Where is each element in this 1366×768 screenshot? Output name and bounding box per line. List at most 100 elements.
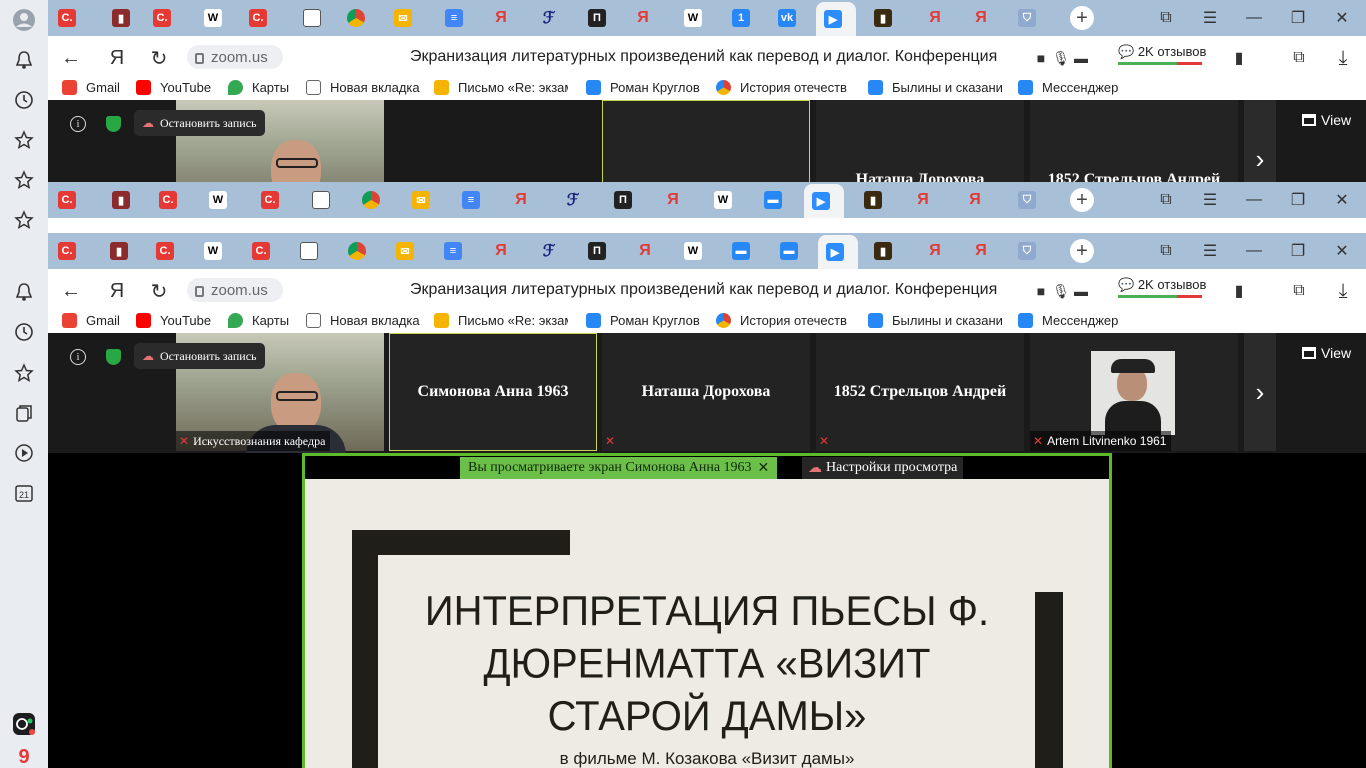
tab-m17[interactable]: ▮ xyxy=(856,188,900,212)
info-icon[interactable]: i xyxy=(70,349,86,365)
alice-assistant-icon[interactable] xyxy=(12,712,36,736)
bookmark-history[interactable]: История отечеств xyxy=(716,80,852,95)
tile-natasha[interactable]: Наташа Дорохова xyxy=(816,100,1024,182)
bookmark-messenger[interactable]: Мессенджер xyxy=(1018,313,1118,328)
tile-litvinenko[interactable]: ✕ Artem Litvinenko 1961 xyxy=(1030,333,1238,451)
tab-b2[interactable]: ▮ xyxy=(102,239,146,263)
chat-icon[interactable]: ▬ xyxy=(1068,278,1094,304)
tab-11[interactable]: ℱ xyxy=(532,6,576,30)
tab-m6[interactable] xyxy=(304,188,348,212)
bookmark-vk-roman[interactable]: Роман Круглов xyxy=(586,313,700,328)
tab-b21[interactable]: ⛉ xyxy=(1010,239,1054,263)
minimize-icon[interactable]: — xyxy=(1242,239,1266,263)
tab-b15[interactable]: ▬ xyxy=(724,239,768,263)
new-tab-button[interactable]: + xyxy=(1070,239,1094,263)
bookmark-gmail[interactable]: Gmail xyxy=(62,80,120,95)
bookmark-mail[interactable]: Письмо «Re: экзам xyxy=(434,80,568,95)
download-icon[interactable]: ⤓ xyxy=(1330,45,1356,71)
star-icon-2[interactable] xyxy=(12,168,36,192)
tab-b13[interactable]: Я xyxy=(628,239,672,263)
bookmark-vk-roman[interactable]: Роман Круглов xyxy=(586,80,700,95)
tab-18[interactable]: ▮ xyxy=(866,6,910,30)
new-tab-button[interactable]: + xyxy=(1070,188,1094,212)
hamburger-menu-icon[interactable]: ☰ xyxy=(1198,239,1222,263)
bookmark-byliny[interactable]: Былины и сказани xyxy=(868,80,1002,95)
tab-b8[interactable]: ✉ xyxy=(388,239,432,263)
tab-b11[interactable]: ℱ xyxy=(532,239,576,263)
tab-b5[interactable]: C. xyxy=(244,239,288,263)
collections-icon[interactable] xyxy=(12,401,36,425)
tabs-menu-icon[interactable]: ⧉ xyxy=(1154,188,1178,212)
close-window-icon[interactable]: ✕ xyxy=(1330,6,1354,30)
bookmark-byliny[interactable]: Былины и сказани xyxy=(868,313,1002,328)
tab-m2[interactable]: ▮ xyxy=(104,188,148,212)
bookmark-new-tab[interactable]: Новая вкладка xyxy=(306,80,420,95)
tab-m13[interactable]: Я xyxy=(656,188,700,212)
tab-b7[interactable] xyxy=(340,239,384,263)
tab-m11[interactable]: ℱ xyxy=(556,188,600,212)
info-icon[interactable]: i xyxy=(70,116,86,132)
restore-icon[interactable]: ❐ xyxy=(1286,6,1310,30)
tab-5[interactable]: C. xyxy=(241,6,285,30)
download-icon[interactable]: ⤓ xyxy=(1330,278,1356,304)
tab-b18[interactable]: ▮ xyxy=(866,239,910,263)
tab-b1[interactable]: C. xyxy=(50,239,94,263)
restore-icon[interactable]: ❐ xyxy=(1286,239,1310,263)
tab-m19[interactable]: Я xyxy=(958,188,1002,212)
new-tab-button[interactable]: + xyxy=(1070,6,1094,30)
history-clock-icon-2[interactable] xyxy=(12,320,36,344)
bookmark-icon[interactable]: ▮ xyxy=(1226,278,1252,304)
tab-b20[interactable]: Я xyxy=(964,239,1008,263)
tabs-menu-icon[interactable]: ⧉ xyxy=(1154,6,1178,30)
calendar-icon[interactable]: 21 xyxy=(12,481,36,505)
tab-b9[interactable]: ≡ xyxy=(436,239,480,263)
tab-b10[interactable]: Я xyxy=(484,239,528,263)
tab-zoom-active[interactable]: ▶ xyxy=(816,2,856,36)
next-page-arrow[interactable]: › xyxy=(1244,100,1276,182)
yandex-home-icon[interactable]: Я xyxy=(104,278,130,304)
tab-20[interactable]: Я xyxy=(964,6,1008,30)
tab-12[interactable]: П xyxy=(580,6,624,30)
url-field[interactable]: zoom.us xyxy=(187,45,283,69)
tile-streltsov[interactable]: 1852 Стрельцов Андрей ✕ xyxy=(816,333,1024,451)
star-icon-3[interactable] xyxy=(12,208,36,232)
tab-16[interactable]: vk xyxy=(770,6,814,30)
tab-15[interactable]: 1 xyxy=(724,6,768,30)
tab-m3[interactable]: C. xyxy=(151,188,195,212)
tab-m20[interactable]: ⛉ xyxy=(1010,188,1054,212)
reviews-badge[interactable]: 💬 2K отзывов xyxy=(1118,44,1206,60)
tab-b16[interactable]: ▬ xyxy=(772,239,816,263)
tab-3[interactable]: C. xyxy=(145,6,189,30)
profile-avatar-icon[interactable] xyxy=(12,8,36,32)
bookmark-history[interactable]: История отечеств xyxy=(716,313,852,328)
tile-streltsov[interactable]: 1852 Стрельцов Андрей xyxy=(1030,100,1238,182)
tab-21[interactable]: ⛉ xyxy=(1010,6,1054,30)
extensions-icon[interactable]: ⧉ xyxy=(1286,278,1312,304)
extensions-icon[interactable]: ⧉ xyxy=(1286,45,1312,71)
url-field[interactable]: zoom.us xyxy=(187,278,283,302)
tab-m10[interactable]: Я xyxy=(504,188,548,212)
history-clock-icon[interactable] xyxy=(12,88,36,112)
back-arrow-icon[interactable]: ← xyxy=(58,278,84,304)
tab-b19[interactable]: Я xyxy=(918,239,962,263)
bookmark-mail[interactable]: Письмо «Re: экзам xyxy=(434,313,568,328)
reload-icon[interactable]: ↻ xyxy=(146,45,172,71)
bookmark-gmail[interactable]: Gmail xyxy=(62,313,120,328)
tab-b12[interactable]: П xyxy=(580,239,624,263)
stop-recording-button[interactable]: ☁ Остановить запись xyxy=(134,110,265,136)
tab-m4[interactable]: W xyxy=(201,188,245,212)
hamburger-menu-icon[interactable]: ☰ xyxy=(1198,6,1222,30)
restore-icon[interactable]: ❐ xyxy=(1286,188,1310,212)
tab-b4[interactable]: W xyxy=(196,239,240,263)
security-shield-icon[interactable] xyxy=(106,116,121,132)
tab-m15[interactable]: ▬ xyxy=(756,188,800,212)
tab-b-zoom-active[interactable]: ▶ xyxy=(818,235,858,269)
bookmarks-star-icon[interactable] xyxy=(12,361,36,385)
tab-b14[interactable]: W xyxy=(676,239,720,263)
back-arrow-icon[interactable]: ← xyxy=(58,45,84,71)
tab-6[interactable] xyxy=(295,6,339,30)
bookmark-youtube[interactable]: YouTube xyxy=(136,313,211,328)
tab-b6[interactable] xyxy=(292,239,336,263)
view-settings-button[interactable]: ☁ Настройки просмотра xyxy=(802,457,964,479)
reviews-badge[interactable]: 💬 2K отзывов xyxy=(1118,277,1206,293)
